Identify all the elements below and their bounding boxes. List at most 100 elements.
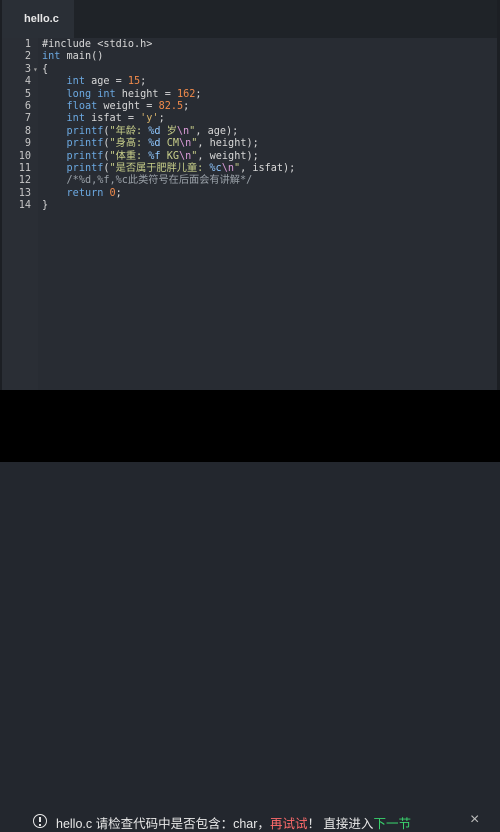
code-token: /*%d,%f,%c此类符号在后面会有讲解*/ — [66, 175, 253, 187]
line-number: 13 — [18, 187, 31, 199]
code-line[interactable]: printf("身高: %d CM\n", height); — [38, 138, 497, 150]
code-token: int — [66, 76, 85, 88]
code-content: printf("身高: %d CM\n", height); — [42, 138, 259, 150]
code-token: 15 — [127, 76, 141, 88]
code-line[interactable]: int isfat = 'y'; — [38, 113, 497, 125]
line-number: 3 — [24, 63, 31, 75]
code-token: printf — [66, 150, 104, 162]
code-content: int isfat = 'y'; — [42, 113, 165, 125]
notification-bar: hello.c 请检查代码中是否包含：char，再试试！ 直接进入下一节 × — [0, 390, 500, 831]
line-number: 1 — [24, 39, 31, 50]
code-token: main() — [60, 51, 104, 63]
code-line[interactable]: float weight = 82.5; — [38, 101, 497, 113]
tab-hello-c[interactable]: hello.c — [2, 0, 74, 38]
code-content: printf("体重: %f KG\n", weight); — [42, 151, 259, 163]
code-token: height = — [115, 88, 177, 100]
code-token: %d — [148, 125, 161, 137]
gutter-row: 10 — [2, 151, 38, 163]
line-number: 10 — [18, 150, 31, 162]
gutter-row: 1 — [2, 39, 38, 51]
code-content: int main() — [42, 51, 103, 63]
code-token: ; — [195, 88, 202, 100]
code-content: return 0; — [42, 188, 122, 200]
code-content: { — [42, 64, 48, 76]
notification-text: hello.c 请检查代码中是否包含：char，再试试！ 直接进入下一节 — [56, 813, 411, 832]
retry-link[interactable]: 再试试 — [270, 817, 308, 831]
code-token: \n — [176, 125, 190, 137]
notification-message-part2: ！ 直接进入 — [307, 817, 374, 831]
code-token: "身高: — [109, 138, 149, 150]
line-number: 2 — [24, 51, 31, 63]
code-token: , weight); — [197, 150, 259, 162]
gutter-row: 2 — [2, 51, 38, 63]
line-number: 12 — [18, 175, 31, 187]
code-content: printf("是否属于肥胖儿童: %c\n", isfat); — [42, 163, 296, 175]
line-number: 6 — [24, 101, 31, 112]
code-token: \n — [178, 138, 192, 150]
gutter-row: 13 — [2, 188, 38, 200]
next-section-link[interactable]: 下一节 — [373, 817, 411, 831]
gutter-row: 4 — [2, 76, 38, 88]
code-token: age = — [84, 76, 128, 88]
code-token: isfat = — [84, 113, 141, 125]
line-number: 8 — [24, 125, 31, 137]
gutter-row: 6 — [2, 101, 38, 113]
code-token: 'y' — [140, 113, 159, 125]
alert-circle-icon — [33, 814, 47, 828]
code-token: printf — [66, 125, 104, 137]
code-content: /*%d,%f,%c此类符号在后面会有讲解*/ — [42, 175, 253, 187]
close-icon[interactable]: × — [470, 812, 482, 828]
line-number: 11 — [18, 163, 31, 174]
code-token: 82.5 — [158, 101, 184, 112]
code-line[interactable]: } — [38, 200, 497, 212]
code-content: long int height = 162; — [42, 89, 202, 101]
code-token: , age); — [195, 125, 239, 137]
code-line[interactable]: printf("体重: %f KG\n", weight); — [38, 151, 497, 163]
code-token: float — [66, 101, 98, 112]
code-token: return — [66, 187, 104, 199]
gutter-row: 7 — [2, 113, 38, 125]
code-token: long int — [66, 88, 116, 100]
code-content: printf("年龄: %d 岁\n", age); — [42, 125, 239, 138]
code-line[interactable]: printf("年龄: %d 岁\n", age); — [38, 126, 497, 138]
code-token: ; — [158, 113, 165, 125]
code-token: \n — [221, 163, 234, 174]
code-line[interactable]: int age = 15; — [38, 76, 497, 88]
code-token: ; — [115, 187, 122, 199]
code-line[interactable]: printf("是否属于肥胖儿童: %c\n", isfat); — [38, 163, 497, 175]
code-token: %d — [148, 138, 161, 150]
code-token: int — [66, 113, 85, 125]
gutter-row: 14 — [2, 200, 38, 212]
code-token: %c — [209, 163, 222, 174]
tab-title: hello.c — [24, 13, 59, 25]
code-editor[interactable]: #include <stdio.h> int main(){ int age = … — [38, 38, 497, 390]
gutter-row: 11 — [2, 163, 38, 175]
code-token: ; — [183, 101, 190, 112]
line-number: 14 — [18, 200, 31, 212]
code-token: "是否属于肥胖儿童: — [109, 163, 210, 174]
code-token: CM — [160, 138, 179, 150]
code-line[interactable]: int main() — [38, 51, 497, 63]
tab-bar: hello.c — [2, 0, 497, 38]
code-token: } — [42, 200, 49, 212]
line-number: 5 — [24, 88, 31, 100]
code-content: float weight = 82.5; — [42, 101, 190, 113]
code-line[interactable]: long int height = 162; — [38, 89, 497, 101]
code-line[interactable]: { — [38, 64, 497, 76]
gutter-row: 3 ▾ — [2, 64, 38, 76]
code-token: KG — [160, 150, 179, 162]
code-token: , height); — [197, 138, 259, 150]
code-line[interactable]: /*%d,%f,%c此类符号在后面会有讲解*/ — [38, 175, 497, 187]
code-line[interactable]: #include <stdio.h> — [38, 39, 497, 51]
code-line[interactable]: return 0; — [38, 188, 497, 200]
gutter-row: 12 — [2, 175, 38, 187]
